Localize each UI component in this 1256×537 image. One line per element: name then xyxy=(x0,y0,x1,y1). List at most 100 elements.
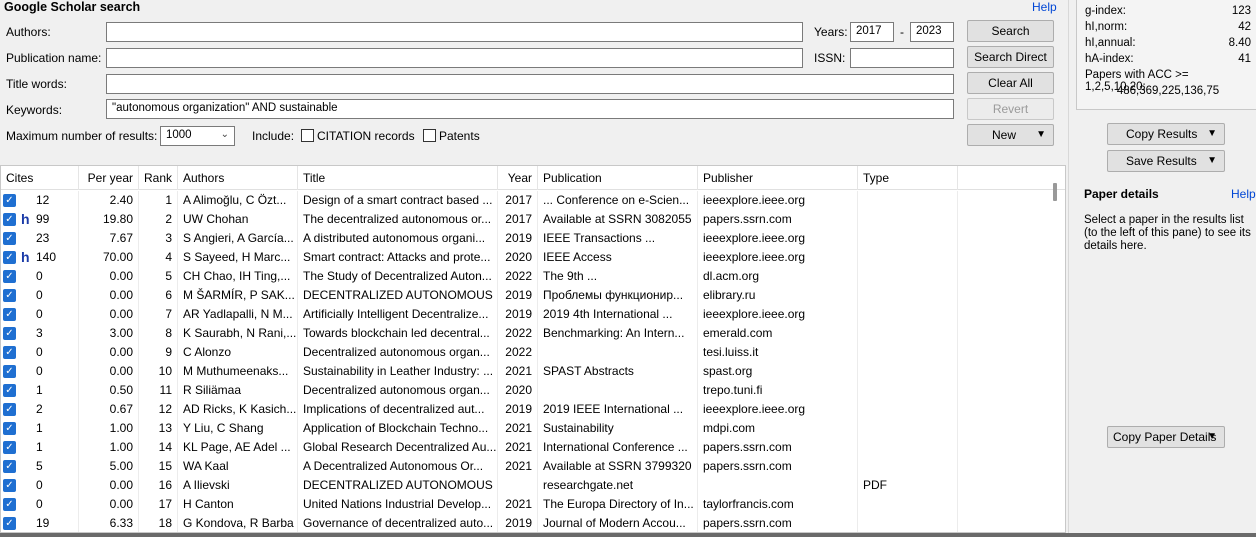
column-header-authors[interactable]: Authors xyxy=(178,166,298,190)
keywords-label: Keywords: xyxy=(6,103,63,117)
cell-publisher xyxy=(698,476,858,495)
search-help-link[interactable]: Help xyxy=(1032,0,1057,14)
table-row[interactable]: ✓ h 99 19.80 2 UW Chohan The decentralized aut… xyxy=(1,210,1056,229)
vertical-scrollbar[interactable] xyxy=(1053,183,1057,201)
issn-input[interactable] xyxy=(850,48,954,68)
titlewords-input[interactable] xyxy=(106,74,954,94)
cell-authors: R Siliämaa xyxy=(178,381,298,400)
pane-divider[interactable] xyxy=(1068,0,1069,537)
revert-button[interactable]: Revert xyxy=(967,98,1054,120)
search-direct-button[interactable]: Search Direct xyxy=(967,46,1054,68)
row-checkbox[interactable]: ✓ xyxy=(3,251,16,264)
table-row[interactable]: ✓ 1 1.00 14 KL Page, AE Adel ... Global Resea… xyxy=(1,438,1056,457)
row-checkbox[interactable]: ✓ xyxy=(3,270,16,283)
row-checkbox[interactable]: ✓ xyxy=(3,479,16,492)
row-checkbox[interactable]: ✓ xyxy=(3,517,16,530)
column-header-year[interactable]: Year xyxy=(498,166,538,190)
row-checkbox[interactable]: ✓ xyxy=(3,384,16,397)
max-results-select[interactable]: 1000 ⌄ xyxy=(160,126,235,146)
row-checkbox[interactable]: ✓ xyxy=(3,213,16,226)
table-row[interactable]: ✓ 0 0.00 9 C Alonzo Decentralized autonomous … xyxy=(1,343,1056,362)
cell-type xyxy=(858,324,958,343)
row-checkbox[interactable]: ✓ xyxy=(3,308,16,321)
cell-type xyxy=(858,229,958,248)
include-label: Include: xyxy=(252,129,295,143)
copy-results-label: Copy Results xyxy=(1126,127,1198,141)
table-row[interactable]: ✓ 12 2.40 1 A Alimoğlu, C Özt... Design of a … xyxy=(1,191,1056,210)
table-row[interactable]: ✓ 2 0.67 12 AD Ricks, K Kasich... Implication… xyxy=(1,400,1056,419)
row-checkbox[interactable]: ✓ xyxy=(3,346,16,359)
table-row[interactable]: ✓ 1 0.50 11 R Siliämaa Decentralized autonomo… xyxy=(1,381,1056,400)
cell-rank: 17 xyxy=(139,495,178,514)
row-checkbox[interactable]: ✓ xyxy=(3,403,16,416)
patents-checkbox[interactable] xyxy=(423,129,436,142)
cell-cites: 0 xyxy=(31,286,79,305)
table-row[interactable]: ✓ 0 0.00 17 H Canton United Nations Industria… xyxy=(1,495,1056,514)
row-checkbox[interactable]: ✓ xyxy=(3,327,16,340)
table-row[interactable]: ✓ 0 0.00 5 CH Chao, IH Ting,... The Study of … xyxy=(1,267,1056,286)
row-checkbox[interactable]: ✓ xyxy=(3,194,16,207)
keywords-input[interactable]: "autonomous organization" AND sustainabl… xyxy=(106,99,954,119)
save-results-button[interactable]: Save Results ▼ xyxy=(1107,150,1225,172)
column-header-publication[interactable]: Publication xyxy=(538,166,698,190)
authors-input[interactable] xyxy=(106,22,803,42)
cell-per-year: 70.00 xyxy=(79,248,139,267)
table-row[interactable]: ✓ 19 6.33 18 G Kondova, R Barba Governance of… xyxy=(1,514,1056,532)
row-checkbox[interactable]: ✓ xyxy=(3,289,16,302)
row-checkbox[interactable]: ✓ xyxy=(3,232,16,245)
table-row[interactable]: ✓ 0 0.00 7 AR Yadlapalli, N M... Artificially… xyxy=(1,305,1056,324)
cell-publication: The 9th ... xyxy=(538,267,698,286)
column-header-title[interactable]: Title xyxy=(298,166,498,190)
search-button[interactable]: Search xyxy=(967,20,1054,42)
cell-title: Smart contract: Attacks and prote... xyxy=(298,248,498,267)
row-checkbox[interactable]: ✓ xyxy=(3,498,16,511)
cell-per-year: 19.80 xyxy=(79,210,139,229)
cell-title: Towards blockchain led decentral... xyxy=(298,324,498,343)
patents-label: Patents xyxy=(439,129,480,143)
column-header-cites[interactable]: Cites xyxy=(1,166,79,190)
stat-label: g-index: xyxy=(1085,5,1126,17)
row-checkbox[interactable]: ✓ xyxy=(3,460,16,473)
h-core-mark: h xyxy=(21,249,30,265)
row-checkbox[interactable]: ✓ xyxy=(3,422,16,435)
cell-year: 2020 xyxy=(498,248,538,267)
citation-checkbox[interactable] xyxy=(301,129,314,142)
column-header-publisher[interactable]: Publisher xyxy=(698,166,858,190)
cell-rank: 4 xyxy=(139,248,178,267)
table-row[interactable]: ✓ 0 0.00 16 A Ilievski DECENTRALIZED AUTONOMO… xyxy=(1,476,1056,495)
table-row[interactable]: ✓ 1 1.00 13 Y Liu, C Shang Application of Blo… xyxy=(1,419,1056,438)
table-row[interactable]: ✓ h 140 70.00 4 S Sayeed, H Marc... Smart cont… xyxy=(1,248,1056,267)
pubname-input[interactable] xyxy=(106,48,803,68)
copy-results-button[interactable]: Copy Results ▼ xyxy=(1107,123,1225,145)
cell-type xyxy=(858,495,958,514)
row-checkbox[interactable]: ✓ xyxy=(3,365,16,378)
column-header-per-year[interactable]: Per year xyxy=(79,166,139,190)
cell-per-year: 1.00 xyxy=(79,419,139,438)
year-from-input[interactable]: 2017 xyxy=(850,22,894,42)
clear-all-button[interactable]: Clear All xyxy=(967,72,1054,94)
cell-per-year: 2.40 xyxy=(79,191,139,210)
cell-type xyxy=(858,286,958,305)
cell-year: 2019 xyxy=(498,229,538,248)
cell-type xyxy=(858,248,958,267)
cell-title: Global Research Decentralized Au... xyxy=(298,438,498,457)
row-checkbox[interactable]: ✓ xyxy=(3,441,16,454)
table-row[interactable]: ✓ 23 7.67 3 S Angieri, A García... A distribu… xyxy=(1,229,1056,248)
cell-publisher: papers.ssrn.com xyxy=(698,438,858,457)
column-header-type[interactable]: Type xyxy=(858,166,958,190)
table-row[interactable]: ✓ 5 5.00 15 WA Kaal A Decentralized Autonomou… xyxy=(1,457,1056,476)
cell-per-year: 0.67 xyxy=(79,400,139,419)
table-row[interactable]: ✓ 3 3.00 8 K Saurabh, N Rani,... Towards bloc… xyxy=(1,324,1056,343)
cell-year: 2019 xyxy=(498,400,538,419)
max-results-value: 1000 xyxy=(166,129,192,141)
cell-publication: IEEE Access xyxy=(538,248,698,267)
table-row[interactable]: ✓ 0 0.00 6 M ŠARMÍR, P SAK... DECENTRALIZED A… xyxy=(1,286,1056,305)
table-row[interactable]: ✓ 0 0.00 10 M Muthumeenaks... Sustainability … xyxy=(1,362,1056,381)
details-help-link[interactable]: Help xyxy=(1231,187,1256,201)
new-button[interactable]: New ▼ xyxy=(967,124,1054,146)
copy-paper-details-button[interactable]: Copy Paper Details ▼ xyxy=(1107,426,1225,448)
cell-cites: 0 xyxy=(31,267,79,286)
year-to-input[interactable]: 2023 xyxy=(910,22,954,42)
save-results-label: Save Results xyxy=(1126,154,1197,168)
cell-publisher: ieeexplore.ieee.org xyxy=(698,248,858,267)
